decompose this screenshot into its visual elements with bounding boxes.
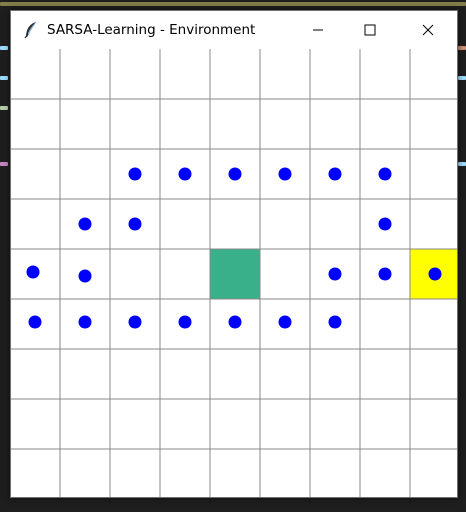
background-code-line (0, 46, 8, 50)
reward-dot (78, 315, 92, 329)
reward-dot (378, 267, 392, 281)
background-code-line (458, 46, 466, 50)
window-title: SARSA-Learning - Environment (47, 22, 256, 38)
reward-dot (26, 265, 40, 279)
background-code-line (0, 162, 8, 166)
reward-dot (228, 167, 242, 181)
reward-dot (328, 315, 342, 329)
feather-icon (24, 21, 37, 39)
close-icon (422, 24, 434, 36)
reward-dot (128, 315, 142, 329)
reward-dot (428, 267, 442, 281)
reward-dot (328, 267, 342, 281)
environment-grid (11, 49, 461, 500)
reward-dot (378, 167, 392, 181)
reward-dot (178, 167, 192, 181)
maximize-icon (364, 24, 376, 36)
reward-dot (278, 167, 292, 181)
close-button[interactable] (405, 11, 451, 49)
background-code-line (458, 162, 466, 166)
reward-dot (28, 315, 42, 329)
reward-dot (378, 217, 392, 231)
reward-dot (78, 217, 92, 231)
background-code-line (0, 76, 8, 80)
minimize-button[interactable] (295, 11, 341, 49)
reward-dot (178, 315, 192, 329)
background-code-line (0, 2, 466, 6)
reward-dot (128, 217, 142, 231)
reward-dot (278, 315, 292, 329)
agent-cell (210, 249, 260, 299)
reward-dot (78, 269, 92, 283)
title-bar[interactable]: SARSA-Learning - Environment (11, 11, 457, 49)
reward-dot (328, 167, 342, 181)
environment-canvas[interactable] (11, 49, 461, 500)
reward-dot (228, 315, 242, 329)
maximize-button[interactable] (347, 11, 393, 49)
background-code-line (0, 106, 8, 110)
sarsa-environment-window: SARSA-Learning - Environment (10, 10, 461, 500)
reward-dot (128, 167, 142, 181)
minimize-icon (313, 29, 323, 31)
background-code-line (458, 76, 466, 80)
